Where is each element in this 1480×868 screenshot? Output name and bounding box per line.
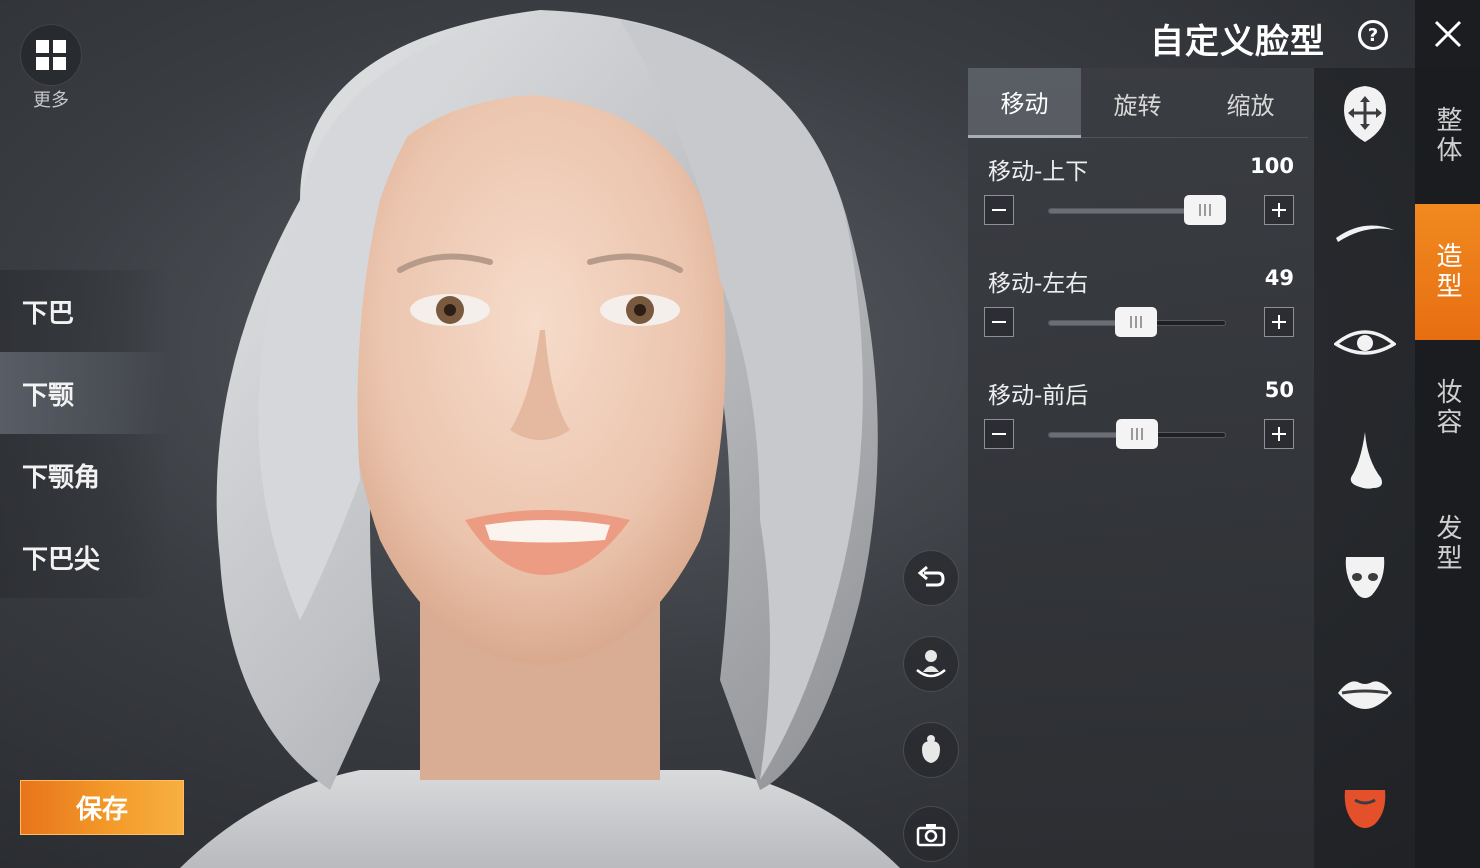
slider-value: 100 — [1250, 154, 1294, 178]
nose-icon — [1350, 432, 1382, 489]
tab-scale[interactable]: 缩放 — [1194, 68, 1307, 138]
slider-thumb[interactable] — [1116, 419, 1158, 449]
tab-makeup[interactable]: 妆容 — [1415, 340, 1480, 476]
decrease-button[interactable] — [984, 195, 1014, 225]
undo-icon — [917, 565, 945, 587]
more-button[interactable] — [20, 24, 82, 86]
nose-bottom-icon — [1345, 557, 1385, 598]
feature-lips[interactable] — [1330, 658, 1400, 728]
more-label: 更多 — [33, 90, 69, 111]
minus-icon — [992, 433, 1006, 435]
part-item-jaw-angle[interactable]: 下颚角 — [0, 434, 170, 516]
tab-move[interactable]: 移动 — [968, 68, 1081, 138]
part-item-jaw[interactable]: 下颚 — [0, 352, 170, 434]
transform-tabs: 移动 旋转 缩放 — [968, 68, 1308, 138]
camera-icon — [916, 824, 946, 847]
part-item-chin-tip[interactable]: 下巴尖 — [0, 516, 170, 598]
slider-move-horizontal: 移动-左右 49 — [968, 264, 1314, 374]
chin-icon — [1344, 790, 1386, 828]
feature-chin[interactable] — [1330, 774, 1400, 844]
eyebrow-icon — [1336, 225, 1394, 242]
increase-button[interactable] — [1264, 419, 1294, 449]
decrease-button[interactable] — [984, 307, 1014, 337]
tab-rotate[interactable]: 旋转 — [1081, 68, 1194, 138]
tab-overall[interactable]: 整体 — [1415, 68, 1480, 204]
slider-thumb[interactable] — [1114, 307, 1157, 337]
grid-icon — [36, 40, 66, 70]
plus-icon — [1272, 315, 1286, 329]
minus-icon — [992, 209, 1006, 211]
rotate-person-icon — [916, 650, 946, 678]
eye-icon — [1334, 330, 1396, 355]
face-part-list: 下巴 下颚 下颚角 下巴尖 — [0, 270, 170, 598]
slider-label: 移动-左右 — [988, 271, 1089, 297]
slider-label: 移动-上下 — [988, 159, 1089, 185]
tab-hairstyle[interactable]: 发型 — [1415, 476, 1480, 612]
slider-label: 移动-前后 — [988, 383, 1089, 409]
hair-toggle-button[interactable] — [903, 722, 959, 778]
head-hair-icon — [922, 735, 940, 763]
camera-button[interactable] — [903, 806, 959, 862]
slider-thumb[interactable] — [1184, 195, 1226, 225]
feature-eyebrow[interactable] — [1330, 196, 1400, 266]
increase-button[interactable] — [1264, 195, 1294, 225]
slider-value: 50 — [1264, 378, 1294, 402]
decrease-button[interactable] — [984, 419, 1014, 449]
feature-eye[interactable] — [1330, 308, 1400, 378]
save-button[interactable]: 保存 — [20, 780, 184, 835]
adjust-panel: 移动 旋转 缩放 移动-上下 100 移动-左右 49 移动-前后 50 — [968, 68, 1314, 868]
undo-button[interactable] — [903, 550, 959, 606]
tab-shape[interactable]: 造型 — [1415, 204, 1480, 340]
category-tabs: 整体 造型 妆容 发型 — [1415, 68, 1480, 868]
lips-icon — [1338, 681, 1392, 709]
rotate-character-button[interactable] — [903, 636, 959, 692]
feature-face-move[interactable] — [1330, 80, 1400, 150]
feature-nose-bottom[interactable] — [1330, 542, 1400, 612]
slider-move-vertical: 移动-上下 100 — [968, 152, 1314, 262]
face-move-icon — [1344, 86, 1386, 142]
page-title: 自定义脸型 — [1150, 22, 1325, 62]
increase-button[interactable] — [1264, 307, 1294, 337]
plus-icon — [1272, 203, 1286, 217]
help-icon[interactable]: ? — [1358, 20, 1388, 50]
plus-icon — [1272, 427, 1286, 441]
part-item-chin[interactable]: 下巴 — [0, 270, 170, 352]
feature-selector — [1314, 68, 1415, 868]
minus-icon — [992, 321, 1006, 323]
close-button[interactable] — [1415, 0, 1480, 68]
slider-move-depth: 移动-前后 50 — [968, 376, 1314, 486]
slider-value: 49 — [1264, 266, 1294, 290]
close-icon — [1434, 20, 1461, 48]
feature-nose[interactable] — [1330, 426, 1400, 496]
